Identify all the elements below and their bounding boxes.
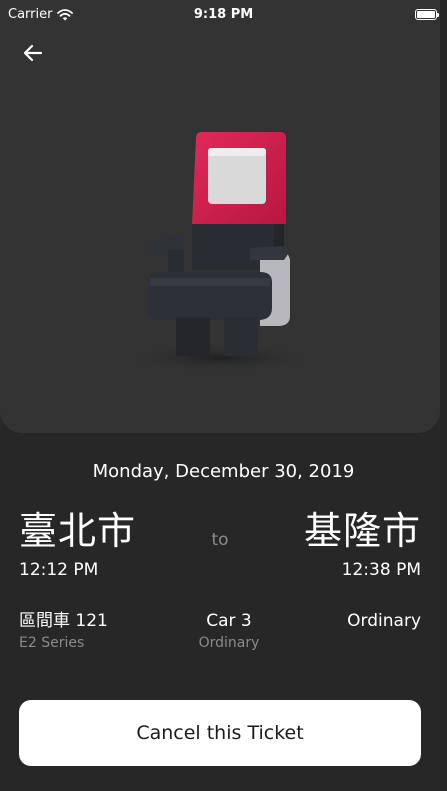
arrival-time: 12:38 PM (341, 560, 421, 580)
car-class: Ordinary (198, 635, 260, 651)
travel-date: Monday, December 30, 2019 (92, 461, 355, 482)
status-time: 9:18 PM (193, 7, 254, 22)
train-seat-icon (130, 132, 310, 372)
arrow-left-icon (23, 44, 43, 62)
back-button[interactable] (18, 38, 48, 68)
arrival-station: 基隆市 (303, 509, 421, 553)
battery-icon (415, 9, 439, 20)
ticket-class: Ordinary (347, 611, 421, 631)
departure-time: 12:12 PM (19, 560, 99, 580)
status-bar: Carrier 9:18 PM (0, 0, 447, 30)
cancel-ticket-button[interactable]: Cancel this Ticket (19, 700, 421, 766)
ticket-class-info: Ordinary (347, 610, 421, 632)
seat-hero-card (0, 0, 440, 433)
ticket-detail-screen: Carrier 9:18 PM Monday, December 30, 201… (0, 0, 447, 791)
